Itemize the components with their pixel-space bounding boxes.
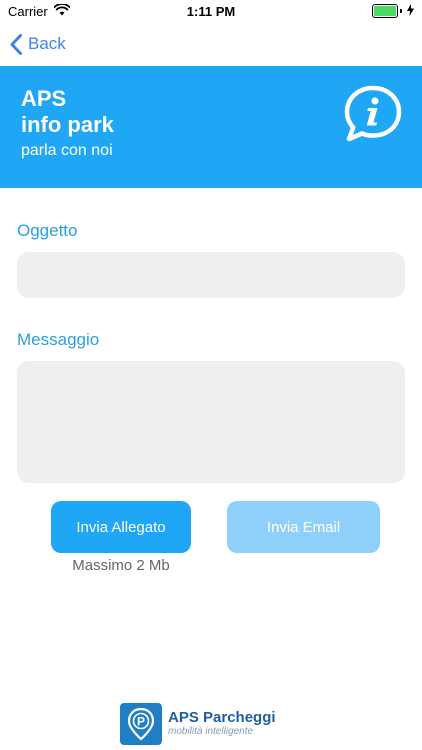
chevron-left-icon [10,33,22,55]
message-label: Messaggio [17,330,100,349]
back-button[interactable]: Back [10,33,66,55]
header-title-line2: info park [21,112,114,137]
header-title-line1: APS [21,86,67,111]
carrier-label: Carrier [8,3,48,19]
subject-label: Oggetto [17,221,78,240]
back-label: Back [28,34,66,53]
logo-tagline: mobilità intelligente [168,726,254,737]
header-text: APS info park parla con noi [21,86,114,162]
battery-fill [374,6,396,16]
header-banner: APS info park parla con noi [0,66,422,188]
charging-icon [407,3,414,19]
send-attachment-button[interactable]: Invia Allegato [51,501,191,553]
logo-text: APS Parcheggi mobilità intelligente [168,710,276,738]
attachment-size-note: Massimo 2 Mb [72,557,170,574]
status-bar: Carrier 1:11 PM [0,0,422,22]
status-left: Carrier [8,2,71,19]
subject-input[interactable] [17,252,405,298]
wifi-icon [53,2,71,19]
battery-icon [372,3,414,19]
footer-logo: P APS Parcheggi mobilità intelligente [120,703,276,745]
nav-bar: Back [0,22,422,66]
header-subtitle: parla con noi [21,142,113,159]
logo-name: APS Parcheggi [168,709,276,726]
send-email-button[interactable]: Invia Email [227,501,380,553]
svg-text:P: P [137,715,145,729]
info-chat-icon [342,84,404,149]
battery-body [372,4,398,18]
parking-pin-icon: P [120,703,162,745]
message-textarea[interactable] [17,361,405,483]
battery-tip [400,9,402,13]
